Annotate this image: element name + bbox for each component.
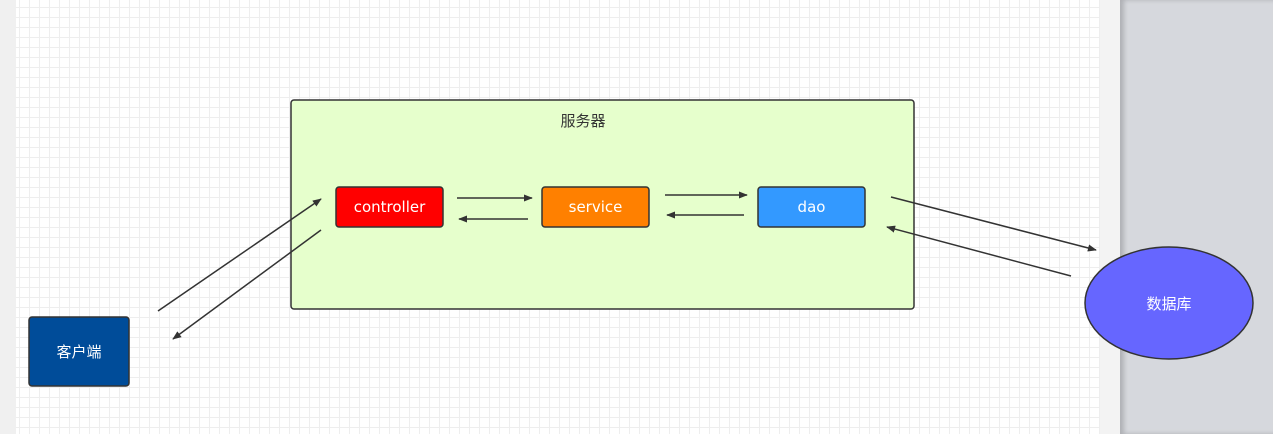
client-node[interactable]: 客户端 xyxy=(28,316,130,387)
dao-node[interactable]: dao xyxy=(757,186,866,228)
database-label: 数据库 xyxy=(1146,295,1191,313)
database-node[interactable]: 数据库 xyxy=(1084,246,1254,360)
controller-node[interactable]: controller xyxy=(335,186,444,228)
dao-label: dao xyxy=(798,198,826,216)
arrow-dao-to-database[interactable] xyxy=(890,196,1097,252)
server-label: 服务器 xyxy=(560,112,605,130)
diagram-editor: 服务器 controller service dao 客户端 数据库 xyxy=(0,0,1273,434)
service-label: service xyxy=(569,198,623,216)
controller-label: controller xyxy=(354,198,426,216)
service-node[interactable]: service xyxy=(541,186,650,228)
client-label: 客户端 xyxy=(56,343,101,361)
diagram-svg: 服务器 controller service dao 客户端 数据库 xyxy=(28,99,1254,387)
